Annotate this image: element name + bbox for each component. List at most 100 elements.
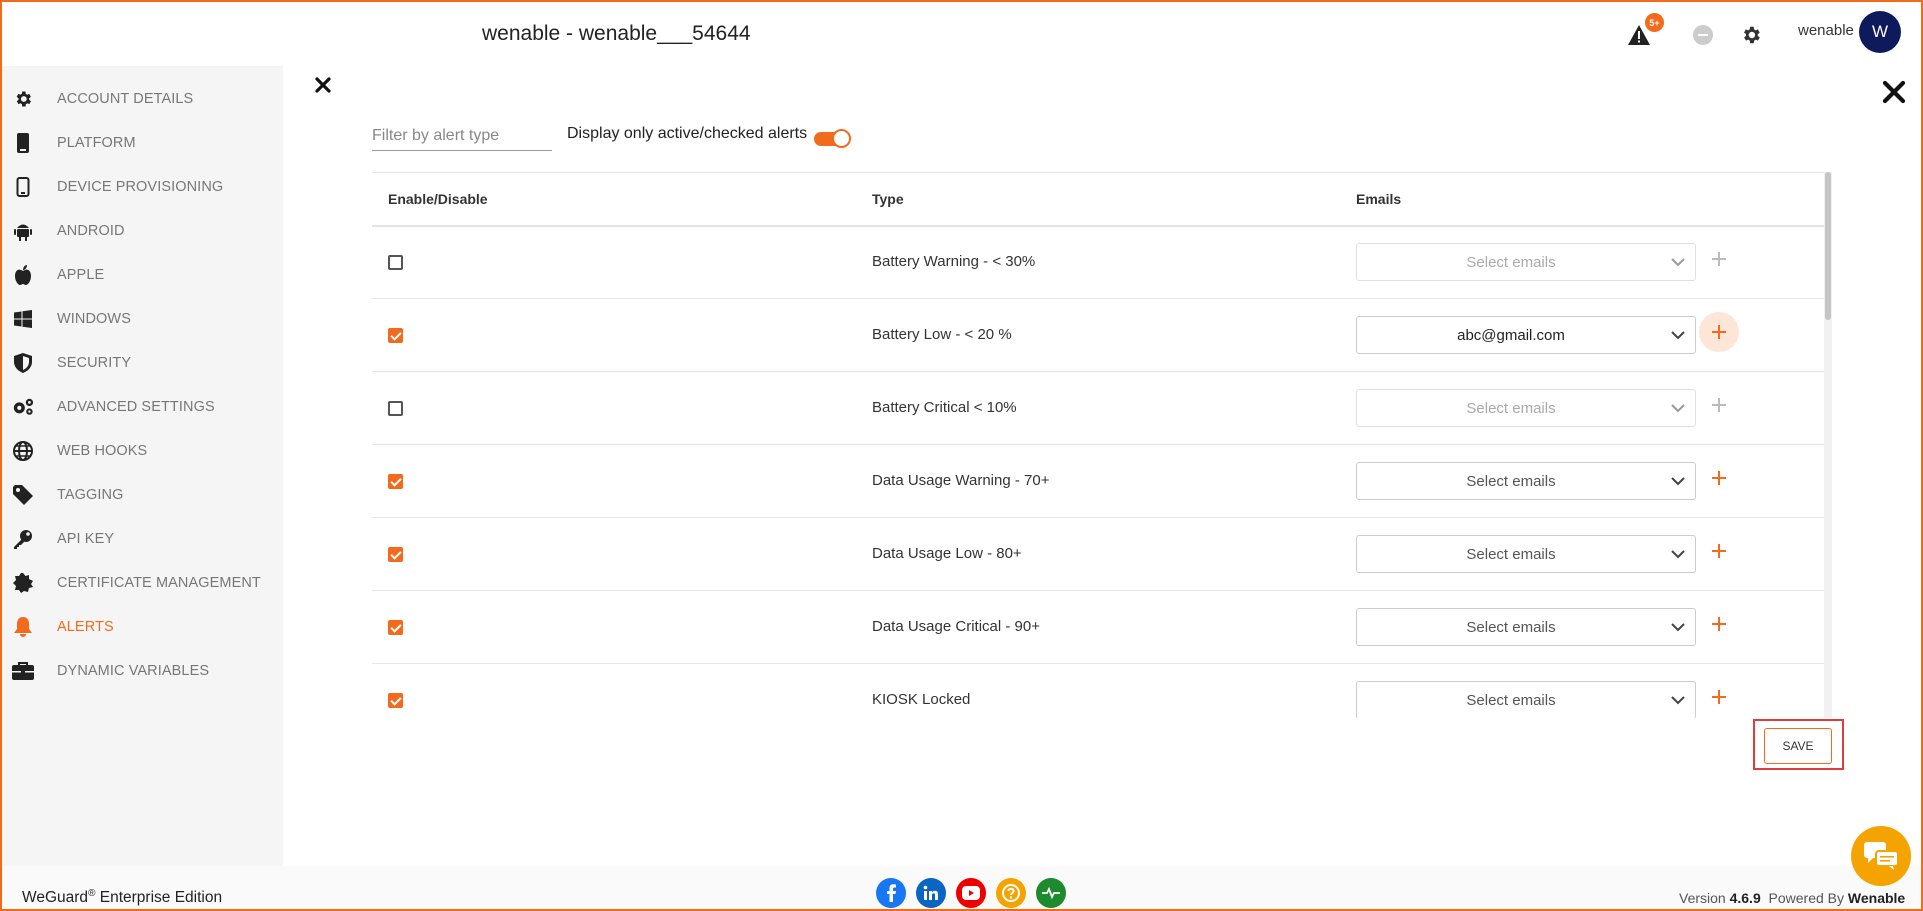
key-icon	[12, 528, 34, 550]
sidebar-item-platform[interactable]: PLATFORM	[2, 123, 283, 163]
column-header-enable: Enable/Disable	[388, 191, 488, 207]
sidebar-item-apple[interactable]: APPLE	[2, 255, 283, 295]
chevron-down-icon	[1671, 477, 1685, 486]
alert-count-badge: 5+	[1645, 13, 1664, 32]
enable-checkbox[interactable]	[388, 328, 403, 343]
sidebar-item-label: TAGGING	[57, 487, 124, 503]
sidebar-item-label: CERTIFICATE MANAGEMENT	[57, 575, 261, 591]
version-number: 4.6.9	[1729, 890, 1761, 906]
table-scrollbar[interactable]	[1824, 172, 1832, 718]
chat-support-icon[interactable]	[1851, 826, 1911, 886]
user-name: wenable	[1798, 22, 1854, 39]
emails-select[interactable]: Select emails	[1356, 535, 1696, 573]
tag-icon	[12, 484, 34, 506]
enable-checkbox[interactable]	[388, 255, 403, 270]
emails-select[interactable]: Select emails	[1356, 462, 1696, 500]
enable-checkbox[interactable]	[388, 547, 403, 562]
column-header-type: Type	[872, 191, 904, 207]
emails-select[interactable]: abc@gmail.com	[1356, 316, 1696, 354]
emails-select-value: Select emails	[1466, 692, 1556, 709]
add-email-plus-icon[interactable]	[1699, 531, 1739, 571]
add-email-plus-icon[interactable]	[1699, 239, 1739, 279]
table-row: Data Usage Low - 80+ Select emails	[372, 517, 1824, 591]
status-minus-icon[interactable]	[1692, 24, 1714, 46]
sidebar-item-advanced-settings[interactable]: ADVANCED SETTINGS	[2, 387, 283, 427]
phone-icon	[12, 132, 34, 154]
sidebar-item-tagging[interactable]: TAGGING	[2, 475, 283, 515]
sidebar-item-certificate-management[interactable]: CERTIFICATE MANAGEMENT	[2, 563, 283, 603]
alert-type-label: Data Usage Low - 80+	[872, 545, 1022, 562]
settings-gear-icon[interactable]	[1736, 20, 1766, 50]
powered-by-company: Wenable	[1847, 890, 1906, 906]
emails-select[interactable]: Select emails	[1356, 243, 1696, 281]
enable-checkbox[interactable]	[388, 474, 403, 489]
save-button[interactable]: SAVE	[1764, 728, 1832, 764]
alert-type-label: Battery Low - < 20 %	[872, 326, 1012, 343]
status-pulse-icon[interactable]	[1036, 878, 1066, 908]
close-dialog-icon[interactable]	[1880, 78, 1908, 106]
toggle-knob	[832, 129, 851, 148]
android-icon	[12, 220, 34, 242]
emails-select[interactable]: Select emails	[1356, 608, 1696, 646]
enable-checkbox[interactable]	[388, 693, 403, 708]
sidebar-item-alerts[interactable]: ALERTS	[2, 607, 283, 647]
apple-icon	[12, 264, 34, 286]
footer: WeGuard® Enterprise Edition Version 4.6.…	[0, 866, 1923, 911]
sidebar-item-label: WEB HOOKS	[57, 443, 148, 459]
version-label: Version	[1679, 890, 1730, 906]
sidebar-item-security[interactable]: SECURITY	[2, 343, 283, 383]
windows-icon	[12, 308, 34, 330]
brand-edition: Enterprise Edition	[95, 889, 223, 907]
sidebar-item-windows[interactable]: WINDOWS	[2, 299, 283, 339]
add-email-plus-icon[interactable]	[1699, 677, 1739, 717]
emails-select-value: Select emails	[1466, 400, 1556, 417]
add-email-plus-icon[interactable]	[1699, 458, 1739, 498]
chevron-down-icon	[1671, 550, 1685, 559]
emails-select-value: Select emails	[1466, 254, 1556, 271]
linkedin-icon[interactable]	[916, 878, 946, 908]
sidebar-item-api-key[interactable]: API KEY	[2, 519, 283, 559]
table-header: Enable/Disable Type Emails	[372, 172, 1824, 227]
gears-icon	[12, 396, 34, 418]
sidebar-item-dynamic-variables[interactable]: DYNAMIC VARIABLES	[2, 651, 283, 691]
add-email-plus-icon[interactable]	[1699, 312, 1739, 352]
sidebar-item-label: ACCOUNT DETAILS	[57, 91, 194, 107]
emails-select[interactable]: Select emails	[1356, 389, 1696, 427]
sidebar-item-device-provisioning[interactable]: DEVICE PROVISIONING	[2, 167, 283, 207]
alert-type-label: Battery Warning - < 30%	[872, 253, 1036, 270]
sidebar-item-account-details[interactable]: ACCOUNT DETAILS	[2, 79, 283, 119]
shield-icon	[12, 352, 34, 374]
sidebar-item-label: WINDOWS	[57, 311, 131, 327]
chevron-down-icon	[1671, 696, 1685, 705]
add-email-plus-icon[interactable]	[1699, 385, 1739, 425]
certificate-icon	[12, 572, 34, 594]
sidebar-item-label: API KEY	[57, 531, 115, 547]
table-row: Battery Warning - < 30% Select emails	[372, 225, 1824, 299]
mobile-outline-icon	[12, 176, 34, 198]
help-question-icon[interactable]	[996, 878, 1026, 908]
user-avatar[interactable]: W	[1859, 11, 1901, 53]
sidebar-item-web-hooks[interactable]: WEB HOOKS	[2, 431, 283, 471]
filter-alert-type-input[interactable]	[372, 122, 552, 151]
sidebar-item-label: SECURITY	[57, 355, 132, 371]
alerts-table: Enable/Disable Type Emails Battery Warni…	[372, 172, 1824, 718]
emails-select-value: abc@gmail.com	[1457, 327, 1565, 344]
close-panel-icon[interactable]	[312, 74, 334, 96]
scrollbar-thumb[interactable]	[1825, 172, 1831, 320]
youtube-icon[interactable]	[956, 878, 986, 908]
powered-by-label: Powered By	[1760, 890, 1848, 906]
facebook-icon[interactable]	[876, 878, 906, 908]
sidebar-item-android[interactable]: ANDROID	[2, 211, 283, 251]
alert-type-label: Battery Critical < 10%	[872, 399, 1017, 416]
table-row: Data Usage Critical - 90+ Select emails	[372, 590, 1824, 664]
enable-checkbox[interactable]	[388, 620, 403, 635]
chevron-down-icon	[1671, 623, 1685, 632]
enable-checkbox[interactable]	[388, 401, 403, 416]
active-alerts-toggle[interactable]	[814, 129, 851, 148]
column-header-emails: Emails	[1356, 191, 1402, 207]
sidebar-item-label: ANDROID	[57, 223, 125, 239]
emails-select[interactable]: Select emails	[1356, 681, 1696, 718]
version-info: Version 4.6.9 Powered By Wenable	[1679, 890, 1905, 906]
add-email-plus-icon[interactable]	[1699, 604, 1739, 644]
sidebar-item-label: PLATFORM	[57, 135, 136, 151]
